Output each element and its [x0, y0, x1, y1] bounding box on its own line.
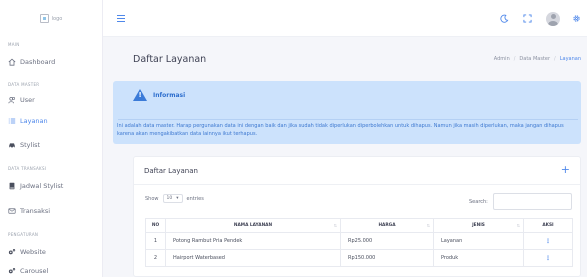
settings-icon[interactable] — [572, 14, 581, 23]
breadcrumb-separator: / — [513, 56, 516, 62]
chevron-down-icon: ▾ — [176, 196, 179, 201]
entries-value: 10 — [166, 196, 173, 201]
sidebar-item-stylist[interactable]: Stylist — [0, 139, 102, 150]
add-button[interactable]: + — [561, 163, 570, 176]
sidebar-item-website[interactable]: Website — [0, 246, 102, 257]
broken-image-icon — [39, 14, 49, 23]
section-data-master: DATA MASTER — [8, 82, 40, 87]
sidebar-item-label: Jadwal Stylist — [20, 181, 64, 190]
sort-icon: ⇅ — [333, 223, 337, 228]
section-data-transaksi: DATA TRANSAKSI — [8, 166, 47, 171]
topbar — [103, 0, 587, 37]
alert-header: ! Informasi — [133, 89, 185, 101]
search-input[interactable] — [493, 193, 572, 210]
entries-control: Show 10 ▾ entries — [145, 194, 204, 203]
entries-select[interactable]: 10 ▾ — [162, 194, 183, 203]
cell-nama-layanan: Hairport Waterbased — [165, 249, 341, 267]
cell-jenis: Layanan — [433, 232, 524, 250]
cell-harga: Rp150.000 — [340, 249, 434, 267]
sidebar-item-label: Transaksi — [20, 206, 51, 215]
sort-icon: ⇅ — [426, 223, 430, 228]
cell-no: 1 — [145, 232, 166, 250]
sidebar-item-label: Stylist — [20, 140, 41, 149]
cell-harga: Rp25.000 — [340, 232, 434, 250]
show-label: Show — [145, 195, 159, 202]
logo-alt-text: logo — [51, 15, 63, 22]
cell-nama-layanan: Potong Rambut Pria Pendek — [165, 232, 341, 250]
info-alert: ! Informasi Ini adalah data master. Hara… — [113, 81, 581, 144]
layanan-table: NO NAMA LAYANAN ⇅ HARGA ⇅ JENIS ⇅ AKSI 1 Po… — [145, 218, 573, 267]
sidebar-item-transaksi[interactable]: Transaksi — [0, 205, 102, 216]
cell-jenis: Produk — [433, 249, 524, 267]
car-icon — [8, 141, 16, 149]
breadcrumb-separator: / — [554, 56, 556, 62]
breadcrumb: Admin / Data Master / Layanan — [494, 56, 581, 62]
avatar[interactable] — [546, 11, 560, 26]
breadcrumb-data-master[interactable]: Data Master — [519, 56, 550, 62]
moon-icon[interactable] — [500, 14, 509, 23]
column-header-jenis[interactable]: JENIS ⇅ — [433, 218, 524, 233]
row-actions-icon[interactable]: ⋮ — [523, 232, 573, 250]
sidebar-item-label: Layanan — [20, 116, 48, 125]
column-header-nama-layanan[interactable]: NAMA LAYANAN ⇅ — [165, 218, 341, 233]
card-title: Daftar Layanan — [144, 167, 198, 175]
card-divider — [134, 184, 580, 185]
alert-title: Informasi — [153, 91, 186, 99]
home-icon — [8, 58, 16, 66]
mail-icon — [8, 207, 16, 215]
cell-no: 2 — [145, 249, 166, 267]
layanan-card: Daftar Layanan + Show 10 ▾ entries Searc… — [133, 156, 581, 277]
column-header-no[interactable]: NO — [145, 218, 166, 233]
section-pengaturan: PENGATURAN — [8, 232, 39, 237]
fullscreen-icon[interactable] — [523, 14, 532, 23]
table-header-row: NO NAMA LAYANAN ⇅ HARGA ⇅ JENIS ⇅ AKSI — [145, 218, 573, 233]
list-icon — [8, 117, 16, 125]
sidebar-item-label: Carousel — [20, 266, 49, 275]
logo[interactable]: logo — [0, 0, 102, 37]
book-icon — [8, 182, 16, 190]
warning-icon: ! — [133, 89, 147, 101]
breadcrumb-admin[interactable]: Admin — [494, 56, 510, 62]
row-actions-icon[interactable]: ⋮ — [523, 249, 573, 267]
alert-divider — [118, 119, 578, 120]
users-icon — [8, 96, 16, 104]
column-header-harga[interactable]: HARGA ⇅ — [340, 218, 434, 233]
sidebar-item-label: Website — [20, 247, 46, 256]
section-main: MAIN — [8, 42, 20, 47]
breadcrumb-layanan: Layanan — [559, 56, 581, 62]
sidebar-item-jadwal-stylist[interactable]: Jadwal Stylist — [0, 180, 102, 191]
hamburger-menu-icon[interactable] — [117, 15, 125, 22]
page-title: Daftar Layanan — [133, 54, 207, 65]
sort-icon: ⇅ — [516, 223, 520, 228]
table-row: 1 Potong Rambut Pria Pendek Rp25.000 Lay… — [145, 232, 573, 250]
sidebar-item-carousel[interactable]: Carousel — [0, 265, 102, 276]
column-header-aksi[interactable]: AKSI — [523, 218, 573, 233]
sidebar-item-layanan[interactable]: Layanan — [0, 115, 102, 126]
sidebar-item-dashboard[interactable]: Dashboard — [0, 56, 102, 67]
sidebar-item-label: User — [20, 95, 35, 104]
table-row: 2 Hairport Waterbased Rp150.000 Produk ⋮ — [145, 249, 573, 267]
alert-body: Ini adalah data master. Harap pergunakan… — [117, 123, 564, 137]
sidebar: logo MAIN Dashboard DATA MASTER User Lay… — [0, 0, 103, 277]
entries-label: entries — [186, 195, 204, 202]
cogs-icon — [8, 267, 16, 275]
sidebar-item-label: Dashboard — [20, 57, 56, 66]
topbar-icons — [500, 0, 587, 37]
cogs-icon — [8, 248, 16, 256]
search-label: Search: — [469, 199, 488, 205]
sidebar-item-user[interactable]: User — [0, 94, 102, 105]
